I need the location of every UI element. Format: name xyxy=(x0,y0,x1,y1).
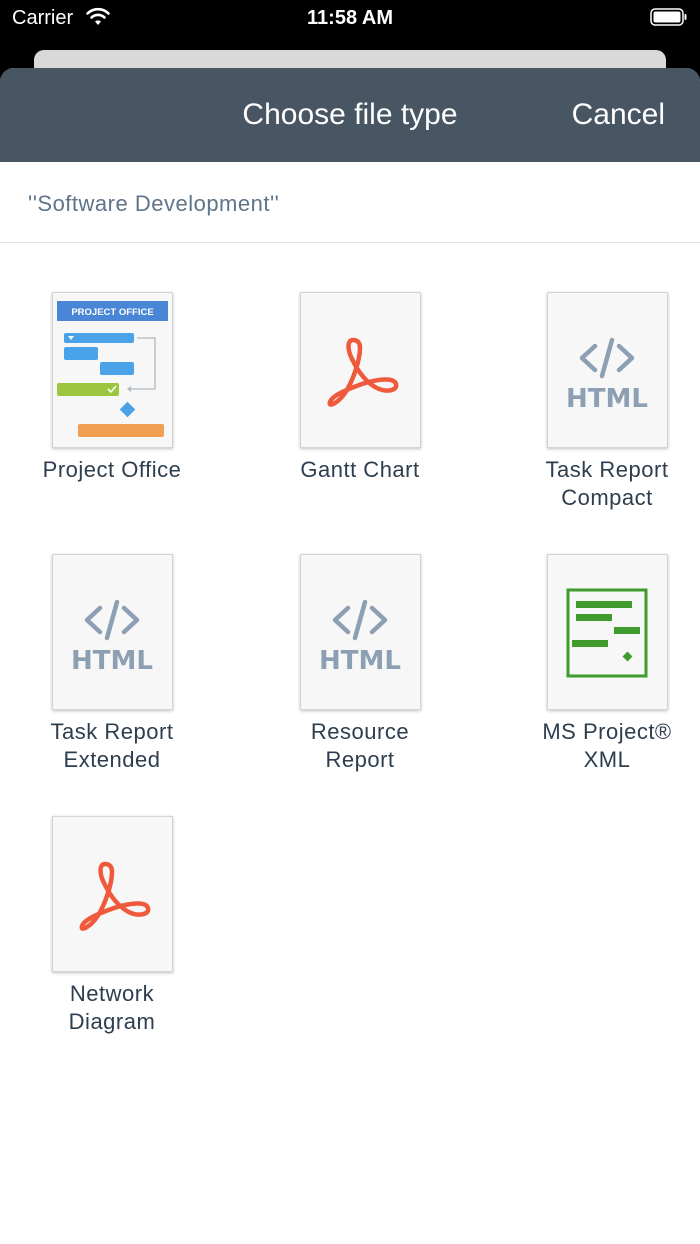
document-thumbnail xyxy=(299,292,421,448)
clock: 11:58 AM xyxy=(307,7,393,29)
divider xyxy=(0,242,700,243)
svg-text:HTML: HTML xyxy=(566,384,648,414)
file-type-label: Task Report Extended xyxy=(50,719,174,772)
file-type-gantt-chart[interactable]: Gantt Chart xyxy=(250,292,470,484)
file-type-task-report-compact[interactable]: HTML Task Report Compact xyxy=(497,292,700,512)
status-bar: Carrier 11:58 AM xyxy=(0,0,700,36)
file-type-label: Task Report Compact xyxy=(545,457,669,510)
pdf-icon xyxy=(79,861,151,931)
document-thumbnail: HTML xyxy=(299,554,421,710)
html-icon: HTML xyxy=(566,337,648,414)
html-icon: HTML xyxy=(319,599,401,676)
document-thumbnail: HTML xyxy=(51,554,173,710)
file-type-label: Gantt Chart xyxy=(300,457,420,482)
file-type-network-diagram[interactable]: Network Diagram xyxy=(2,816,222,1036)
project-office-icon: PROJECT OFFICE xyxy=(56,301,168,437)
file-type-ms-project-xml[interactable]: MS Project® XML xyxy=(497,554,700,774)
file-type-label: Resource Report xyxy=(310,719,410,772)
file-type-label: MS Project® XML xyxy=(542,719,672,772)
document-thumbnail: HTML xyxy=(546,292,668,448)
html-icon: HTML xyxy=(71,599,153,676)
file-type-label: Project Office xyxy=(42,457,182,482)
document-thumbnail xyxy=(546,554,668,710)
cancel-button[interactable]: Cancel xyxy=(572,98,665,132)
ms-project-xml-icon xyxy=(566,588,648,678)
project-name: ''Software Development'' xyxy=(28,191,280,216)
pdf-icon xyxy=(327,337,399,407)
file-type-label: Network Diagram xyxy=(68,981,156,1034)
file-type-sheet: Choose file type Cancel ''Software Devel… xyxy=(0,68,700,1244)
battery-icon xyxy=(650,8,687,26)
file-type-task-report-extended[interactable]: HTML Task Report Extended xyxy=(2,554,222,774)
navigation-bar: Choose file type Cancel xyxy=(0,68,700,162)
file-type-project-office[interactable]: PROJECT OFFICE Project Office xyxy=(2,292,222,484)
svg-text:HTML: HTML xyxy=(71,646,153,676)
file-type-resource-report[interactable]: HTML Resource Report xyxy=(250,554,470,774)
document-thumbnail xyxy=(51,816,173,972)
svg-text:PROJECT OFFICE: PROJECT OFFICE xyxy=(71,307,153,318)
svg-text:HTML: HTML xyxy=(319,646,401,676)
document-thumbnail: PROJECT OFFICE xyxy=(51,292,173,448)
